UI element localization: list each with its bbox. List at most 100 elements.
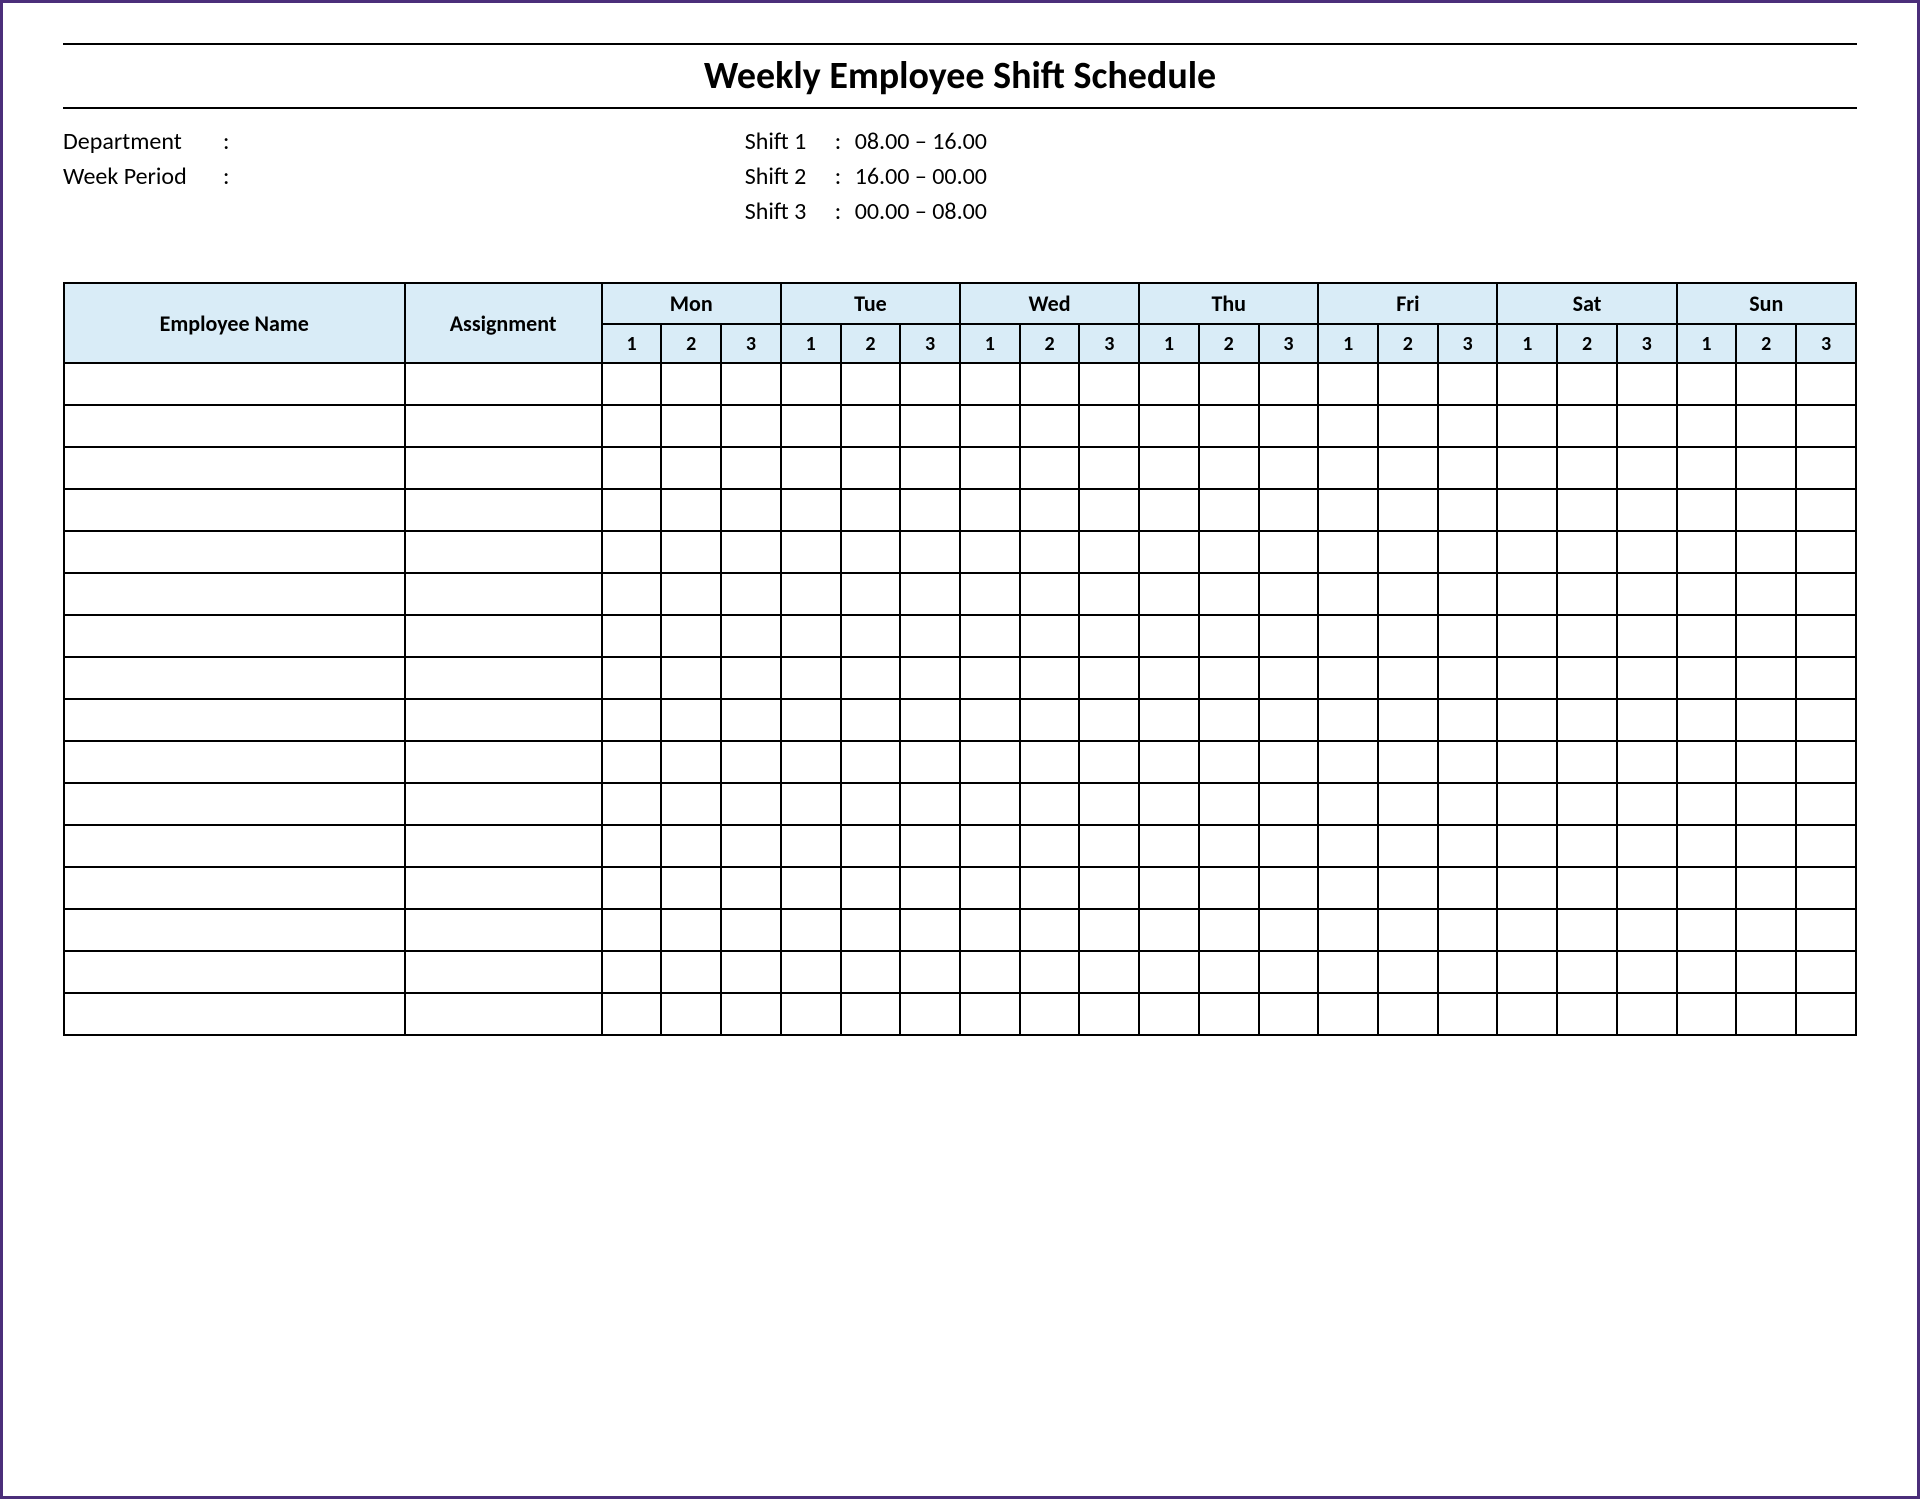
shift-cell (1557, 573, 1617, 615)
assignment-cell (405, 909, 602, 951)
shift-cell (1557, 363, 1617, 405)
shift-cell (1796, 867, 1856, 909)
shift-cell (1318, 447, 1378, 489)
shift-cell (1557, 489, 1617, 531)
assignment-cell (405, 741, 602, 783)
shift-cell (1318, 405, 1378, 447)
shift-cell (960, 657, 1020, 699)
colon: : (223, 127, 243, 156)
shift-cell (960, 531, 1020, 573)
shift-number-header: 3 (1259, 324, 1319, 363)
shift-cell (602, 447, 662, 489)
shift-cell (1677, 993, 1737, 1035)
shift-cell (781, 615, 841, 657)
shift-number-header: 3 (1079, 324, 1139, 363)
shift-cell (1259, 489, 1319, 531)
shift-cell (900, 741, 960, 783)
shift-cell (960, 993, 1020, 1035)
shift-cell (1497, 531, 1557, 573)
shift-cell (1677, 447, 1737, 489)
colon: : (835, 197, 855, 226)
assignment-cell (405, 867, 602, 909)
shift-label: Shift 1 (745, 127, 835, 156)
shift-cell (1079, 783, 1139, 825)
assignment-cell (405, 405, 602, 447)
shift-cell (1020, 573, 1080, 615)
shift-cell (781, 993, 841, 1035)
shift-cell (661, 489, 721, 531)
shift-cell (1438, 867, 1498, 909)
shift-cell (1079, 447, 1139, 489)
employee-name-cell (64, 909, 405, 951)
shift-cell (602, 489, 662, 531)
shift-number-header: 1 (960, 324, 1020, 363)
shift-cell (1438, 741, 1498, 783)
shift-cell (1199, 825, 1259, 867)
shift-cell (841, 363, 901, 405)
shift-cell (781, 951, 841, 993)
table-wrap: Employee NameAssignmentMonTueWedThuFriSa… (63, 282, 1857, 1036)
shift-cell (721, 489, 781, 531)
shift-cell (1259, 447, 1319, 489)
shift-cell (1079, 531, 1139, 573)
shift-cell (721, 909, 781, 951)
shift-cell (1617, 573, 1677, 615)
shift-cell (900, 699, 960, 741)
assignment-cell (405, 573, 602, 615)
shift-cell (1736, 363, 1796, 405)
table-head: Employee NameAssignmentMonTueWedThuFriSa… (64, 283, 1856, 363)
shift-cell (1557, 951, 1617, 993)
shift-cell (1079, 909, 1139, 951)
shift-cell (1079, 615, 1139, 657)
shift-cell (1079, 993, 1139, 1035)
shift-cell (1677, 405, 1737, 447)
shift-cell (1199, 867, 1259, 909)
shift-cell (1199, 951, 1259, 993)
shift-cell (1557, 699, 1617, 741)
shift-cell (841, 741, 901, 783)
shift-number-header: 3 (1796, 324, 1856, 363)
employee-name-header: Employee Name (64, 283, 405, 363)
shift-cell (1617, 489, 1677, 531)
assignment-cell (405, 657, 602, 699)
shift-cell (1438, 909, 1498, 951)
meta-left: Department : Week Period : (63, 127, 745, 232)
shift-cell (1438, 657, 1498, 699)
shift-cell (1438, 573, 1498, 615)
shift-number-header: 2 (1199, 324, 1259, 363)
shift-cell (1736, 951, 1796, 993)
table-row (64, 447, 1856, 489)
shift-cell (1139, 489, 1199, 531)
shift-cell (602, 993, 662, 1035)
table-row (64, 909, 1856, 951)
shift-cell (1796, 405, 1856, 447)
shift-cell (1617, 363, 1677, 405)
shift-cell (1079, 699, 1139, 741)
shift-cell (1020, 867, 1080, 909)
shift-cell (1199, 741, 1259, 783)
department-label: Department (63, 127, 223, 156)
employee-name-cell (64, 699, 405, 741)
shift-cell (721, 657, 781, 699)
shift-cell (1199, 783, 1259, 825)
shift-cell (781, 531, 841, 573)
shift-cell (900, 825, 960, 867)
shift-cell (781, 405, 841, 447)
shift-cell (1318, 699, 1378, 741)
shift-cell (661, 615, 721, 657)
shift-cell (661, 951, 721, 993)
shift-cell (1736, 657, 1796, 699)
employee-name-cell (64, 657, 405, 699)
shift-cell (1020, 405, 1080, 447)
table-row (64, 657, 1856, 699)
table-row (64, 615, 1856, 657)
shift-cell (960, 909, 1020, 951)
shift-cell (1020, 447, 1080, 489)
shift-cell (1617, 405, 1677, 447)
shift-cell (1677, 909, 1737, 951)
shift-cell (1796, 531, 1856, 573)
shift-info-row: Shift 3:00.00 – 08.00 (745, 197, 1857, 226)
shift-number-header: 3 (1617, 324, 1677, 363)
table-row (64, 951, 1856, 993)
shift-cell (1079, 867, 1139, 909)
